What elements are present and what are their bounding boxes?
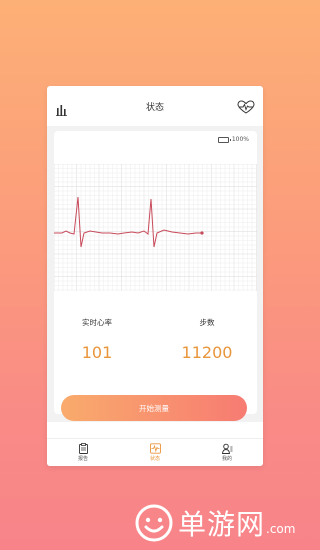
header: 状态 (47, 86, 263, 126)
tab-status-label: 状态 (149, 456, 160, 462)
ecg-grid (53, 163, 257, 291)
tab-bar: 报告 状态 我的 (47, 438, 263, 466)
battery-status: 100% (217, 136, 249, 143)
heart-monitor-button[interactable] (237, 99, 255, 114)
user-icon (221, 443, 232, 454)
start-measure-button[interactable]: 开始测量 (61, 395, 247, 421)
heart-rate-value: 101 (81, 343, 113, 362)
heart-pulse-icon (237, 100, 255, 114)
tab-mine[interactable]: 我的 (207, 443, 247, 462)
tab-status[interactable]: 状态 (135, 443, 175, 462)
monitor-card: 100% 实时心率 101 步数 11200 开始测量 (53, 131, 257, 421)
page-title: 状态 (145, 102, 164, 113)
heart-rate-stat: 实时心率 101 (57, 317, 137, 362)
bar-chart-icon (56, 105, 67, 116)
battery-percent: 100% (231, 136, 249, 143)
battery-icon (217, 136, 231, 143)
ecg-cursor-dot (200, 231, 204, 235)
steps-label: 步数 (199, 318, 215, 327)
heart-rate-label: 实时心率 (82, 318, 112, 327)
ecg-icon (149, 443, 161, 454)
tab-mine-label: 我的 (221, 456, 232, 462)
ecg-chart (53, 163, 257, 291)
statistics-button[interactable] (56, 101, 69, 116)
steps-stat: 步数 11200 (167, 317, 247, 362)
clipboard-icon (78, 443, 88, 454)
site-watermark: 单游网 .com (134, 503, 304, 543)
smiley-logo-icon (135, 504, 173, 542)
app-screen: 状态 100% 实时心率 101 步数 11200 开始测量 报告 状态 我的 (47, 86, 263, 466)
steps-value: 11200 (181, 343, 233, 362)
watermark-text: 单游网 (178, 508, 266, 541)
watermark-suffix: .com (266, 522, 296, 536)
tab-report-label: 报告 (77, 456, 88, 462)
tab-report[interactable]: 报告 (63, 443, 103, 462)
